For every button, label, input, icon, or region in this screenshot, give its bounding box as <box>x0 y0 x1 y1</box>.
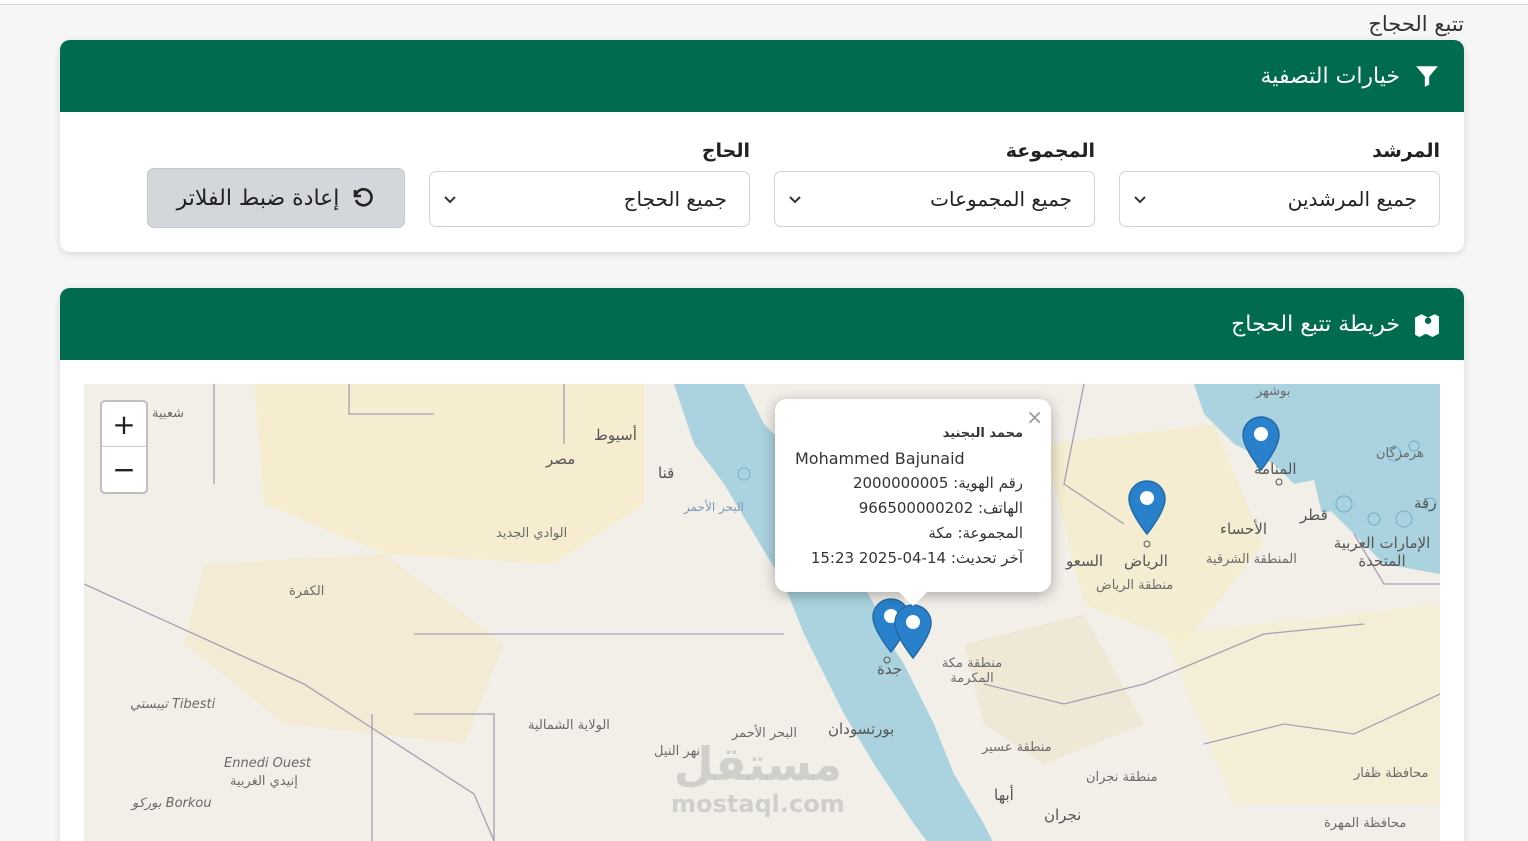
map-marker-icon[interactable] <box>1242 416 1280 472</box>
reset-filters-button[interactable]: إعادة ضبط الفلاتر <box>147 168 405 228</box>
map-label: محافظة ظفار <box>1354 766 1429 781</box>
map-marker-icon[interactable] <box>1128 480 1166 536</box>
popup-name-en: Mohammed Bajunaid <box>795 449 965 468</box>
reset-filters-label: إعادة ضبط الفلاتر <box>176 185 340 211</box>
map-label: منطقة نجران <box>1086 770 1158 785</box>
zoom-out-button[interactable]: − <box>102 447 146 492</box>
map-label: مصر <box>546 450 576 468</box>
map-label: الرياض <box>1124 552 1168 570</box>
guide-select[interactable]: جميع المرشدين <box>1119 171 1440 227</box>
map-label: جدة <box>877 660 903 678</box>
filter-header: خيارات التصفية <box>60 40 1464 112</box>
pilgrim-label: الحاج <box>701 140 750 162</box>
map-header: خريطة تتبع الحجاج <box>60 288 1464 360</box>
watermark-ar: مستقل <box>673 737 842 791</box>
map-label: أسيوط <box>594 426 637 444</box>
map-label: نجران <box>1044 806 1082 824</box>
guide-label: المرشد <box>1372 140 1440 162</box>
map-header-title: خريطة تتبع الحجاج <box>1231 311 1400 337</box>
filter-icon <box>1416 66 1438 87</box>
map-label: بورتسودان <box>828 720 895 738</box>
zoom-in-button[interactable]: + <box>102 402 146 447</box>
map-label: السعو <box>1066 552 1104 570</box>
map-label: قنا <box>658 464 675 482</box>
map-label: منطقة الرياض <box>1096 578 1174 593</box>
map-card: خريطة تتبع الحجاج + − شعبية أسيوط مصر قن… <box>60 288 1464 841</box>
map-label: الأحساء <box>1220 520 1267 538</box>
popup-phone: الهاتف: 966500000202 <box>858 499 1023 517</box>
map-label: البحر الأحمر <box>684 500 744 514</box>
map-label: محافظة المهرة <box>1324 816 1407 831</box>
pilgrim-select[interactable]: جميع الحجاج <box>429 171 750 227</box>
popup-id: رقم الهوية: 2000000005 <box>852 474 1023 492</box>
guide-filter: المرشد جميع المرشدين <box>1119 140 1440 227</box>
group-select[interactable]: جميع المجموعات <box>774 171 1095 227</box>
map-icon <box>1415 314 1439 337</box>
group-select-value: جميع المجموعات <box>930 187 1072 211</box>
map-label: قطر <box>1300 506 1328 524</box>
zoom-control: + − <box>100 400 148 494</box>
filter-body: المرشد جميع المرشدين المجموعة جميع المجم… <box>60 112 1464 252</box>
chevron-down-icon <box>789 196 801 204</box>
filter-header-title: خيارات التصفية <box>1260 63 1400 89</box>
map-label: الكفرة <box>289 584 325 599</box>
watermark-en: mostaql.com <box>671 790 845 818</box>
popup-group: المجموعة: مكة <box>928 524 1023 542</box>
group-filter: المجموعة جميع المجموعات <box>774 140 1095 227</box>
map-label: الولاية الشمالية <box>528 718 610 733</box>
page-title: تتبع الحجاج <box>1368 12 1464 36</box>
map-label: هرمزگان <box>1376 446 1424 461</box>
map-label: منطقة عسير <box>982 740 1052 755</box>
group-label: المجموعة <box>1005 140 1095 162</box>
map-label: إنيدي الغربية <box>230 774 298 789</box>
popup-updated: آخر تحديث: 14-04-2025 15:23 <box>810 549 1023 567</box>
watermark: مستقل mostaql.com <box>671 737 845 824</box>
map-label: Tibesti تيبستي <box>130 697 216 712</box>
map-label: رقة <box>1414 494 1437 512</box>
marker-popup: × محمد البجنيد Mohammed Bajunaid رقم اله… <box>775 399 1051 606</box>
map-marker-icon[interactable] <box>894 604 932 660</box>
top-border <box>0 0 1528 5</box>
undo-icon <box>354 188 374 207</box>
guide-select-value: جميع المرشدين <box>1287 187 1417 211</box>
chevron-down-icon <box>444 196 456 204</box>
filter-card: خيارات التصفية المرشد جميع المرشدين المج… <box>60 40 1464 252</box>
map-canvas[interactable]: + − شعبية أسيوط مصر قنا البحر الأحمر الو… <box>84 384 1440 841</box>
map-label: بوشهر <box>1256 384 1291 399</box>
map-label: منطقة مكة المكرمة <box>941 656 1003 686</box>
map-label: Ennedi Ouest <box>224 756 312 771</box>
chevron-down-icon <box>1134 196 1146 204</box>
map-label: الوادي الجديد <box>496 526 568 541</box>
map-label: الإمارات العربية المتحدة <box>1333 534 1431 570</box>
popup-name-ar: محمد البجنيد <box>942 426 1023 441</box>
map-label: شعبية <box>152 406 184 421</box>
map-label: Borkou بوركو <box>132 796 212 811</box>
map-label: المنطقة الشرقية <box>1206 552 1297 567</box>
pilgrim-select-value: جميع الحجاج <box>623 187 727 211</box>
map-label: أبها <box>994 786 1014 804</box>
close-icon[interactable]: × <box>1026 405 1043 429</box>
pilgrim-filter: الحاج جميع الحجاج <box>429 140 750 227</box>
